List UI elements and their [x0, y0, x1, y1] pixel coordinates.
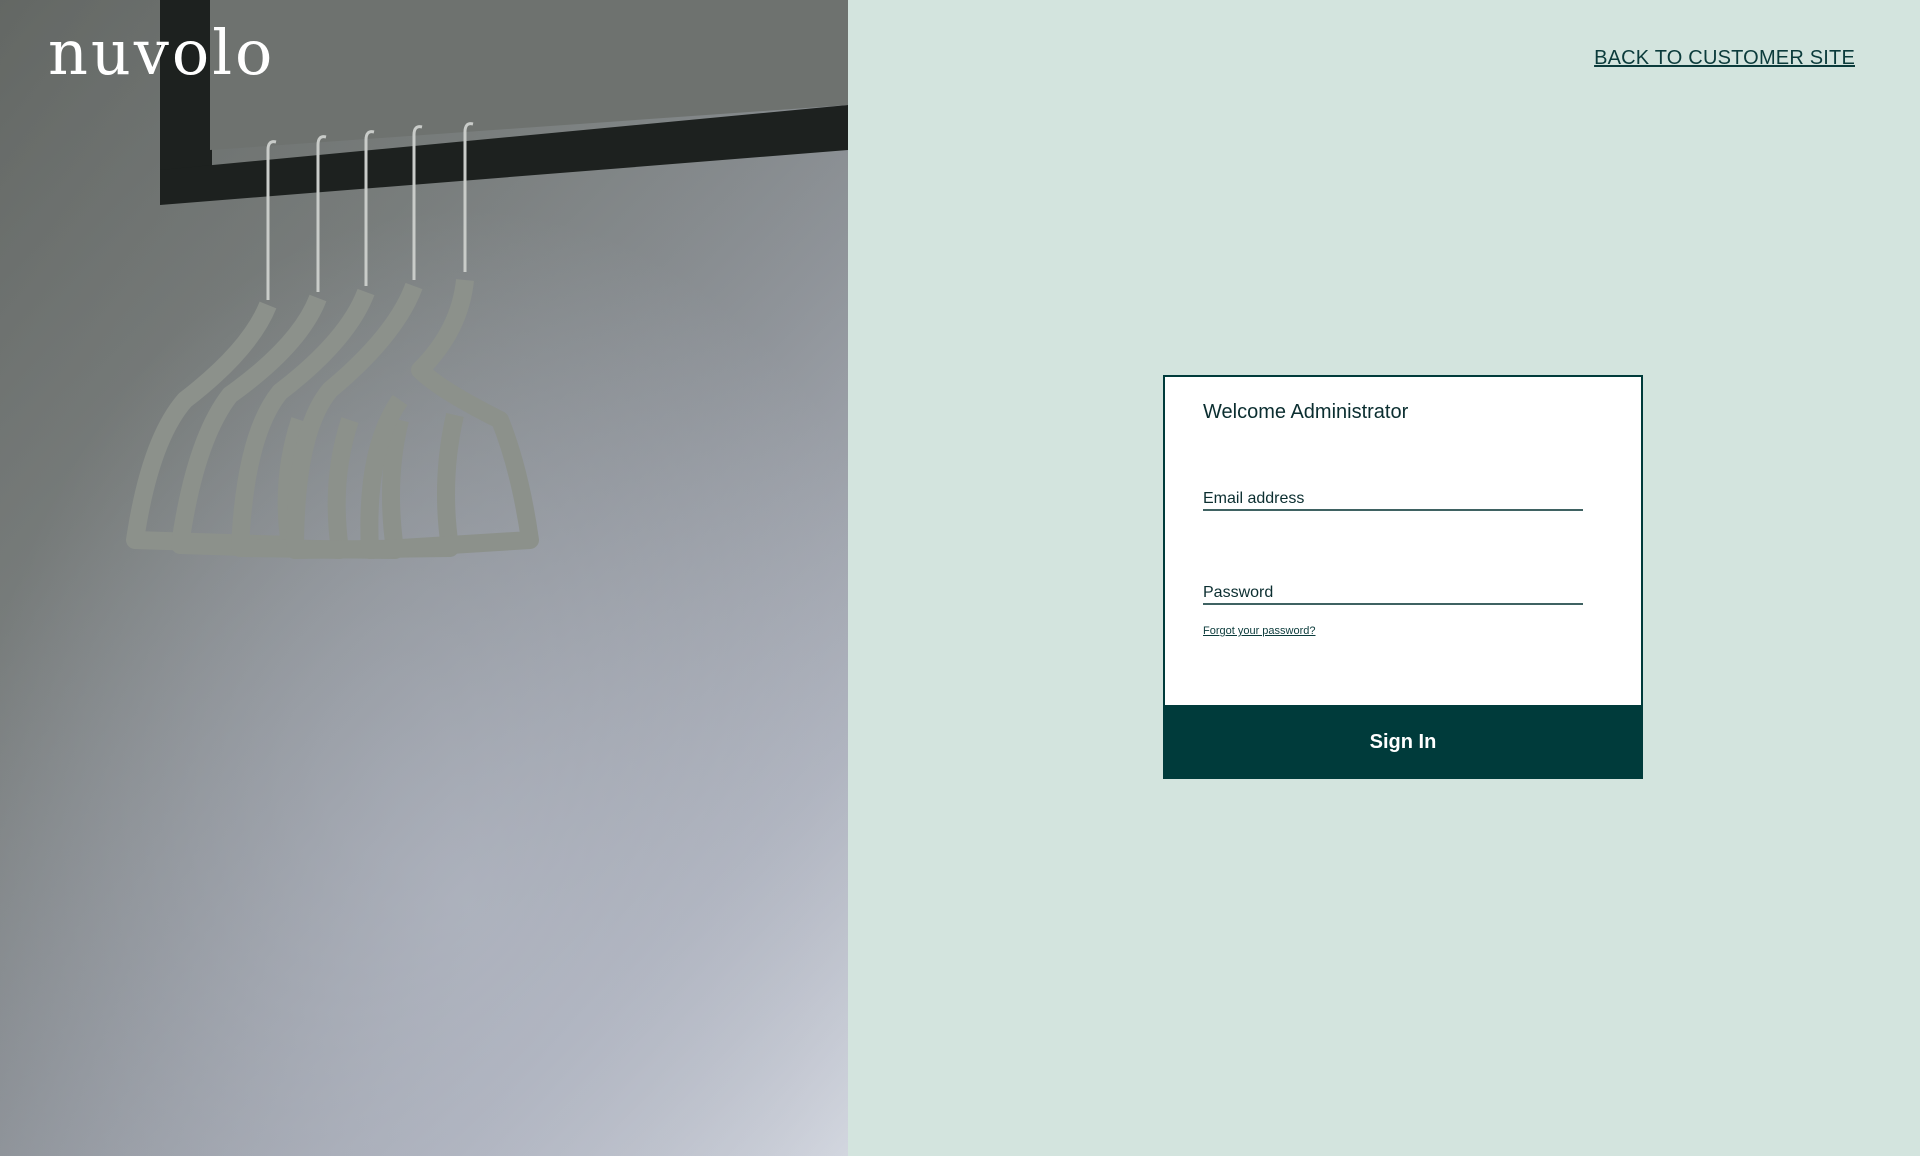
sign-in-button[interactable]: Sign In	[1163, 705, 1643, 779]
password-field-wrapper	[1203, 571, 1583, 609]
back-to-customer-site-link[interactable]: BACK TO CUSTOMER SITE	[1594, 47, 1855, 70]
hero-photo-panel: nuvolo	[0, 0, 848, 1156]
login-card: Welcome Administrator Forgot your passwo…	[1163, 375, 1643, 779]
login-panel: BACK TO CUSTOMER SITE Welcome Administra…	[848, 0, 1920, 1156]
email-input[interactable]	[1203, 477, 1583, 515]
card-title: Welcome Administrator	[1203, 401, 1409, 423]
nuvolo-logo: nuvolo	[48, 16, 276, 89]
login-page: nuvolo BACK TO CUSTOMER SITE Welcome Adm…	[0, 0, 1920, 1156]
hangers-photo	[0, 0, 848, 1156]
email-field-wrapper	[1203, 477, 1583, 515]
forgot-password-link[interactable]: Forgot your password?	[1203, 625, 1316, 637]
password-input[interactable]	[1203, 571, 1583, 609]
